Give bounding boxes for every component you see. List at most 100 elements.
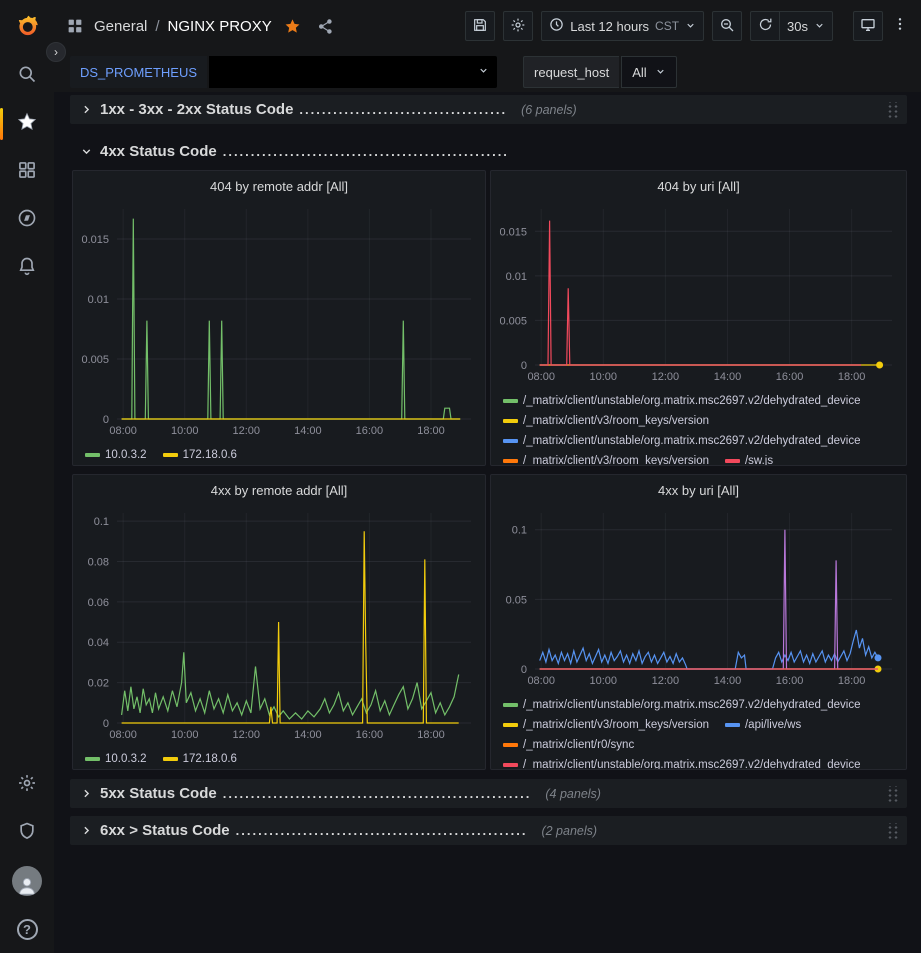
refresh-button[interactable]: [750, 11, 780, 41]
zoom-out-button[interactable]: [712, 11, 742, 41]
legend-series-marker: [725, 723, 740, 727]
sidebar-item-starred[interactable]: [0, 100, 54, 148]
panel-title[interactable]: 4xx by remote addr [All]: [73, 475, 485, 505]
legend-item[interactable]: /_matrix/client/r0/sync: [503, 736, 634, 754]
request-host-select[interactable]: All: [621, 56, 676, 88]
time-zone-label: CST: [655, 19, 679, 33]
svg-text:0.1: 0.1: [94, 516, 109, 528]
row-header-5xx[interactable]: 5xx Status Code ........................…: [70, 779, 907, 808]
sidebar-item-explore[interactable]: [0, 196, 54, 244]
legend-series-label: /_matrix/client/unstable/org.matrix.msc2…: [523, 435, 861, 447]
sidebar-item-search[interactable]: [0, 52, 54, 100]
panel-title[interactable]: 404 by uri [All]: [491, 171, 906, 201]
svg-text:0.04: 0.04: [88, 637, 109, 649]
legend-item[interactable]: /_matrix/client/unstable/org.matrix.msc2…: [503, 432, 861, 450]
row-drag-handle[interactable]: [886, 786, 899, 802]
legend-item[interactable]: /_matrix/client/v3/room_keys/version: [503, 716, 709, 734]
row-drag-handle[interactable]: [886, 823, 899, 839]
svg-text:18:00: 18:00: [417, 729, 445, 741]
legend-item[interactable]: 10.0.3.2: [85, 750, 147, 768]
legend-series-marker: [503, 419, 518, 423]
svg-text:0.015: 0.015: [81, 234, 109, 246]
legend-series-marker: [503, 459, 518, 463]
legend-item[interactable]: 172.18.0.6: [163, 750, 237, 768]
legend-item[interactable]: /api/live/ws: [725, 716, 801, 734]
row-drag-handle[interactable]: [886, 102, 899, 118]
legend-series-label: /_matrix/client/r0/sync: [523, 739, 634, 751]
legend-item[interactable]: /_matrix/client/v3/room_keys/version: [503, 412, 709, 430]
legend-item[interactable]: 172.18.0.6: [163, 446, 237, 464]
row-title-dots: ........................................…: [223, 786, 532, 801]
svg-text:10:00: 10:00: [171, 425, 199, 437]
legend-series-label: 172.18.0.6: [183, 753, 237, 765]
svg-text:08:00: 08:00: [527, 371, 555, 383]
sidebar-item-configuration[interactable]: [0, 761, 54, 809]
legend-item[interactable]: /_matrix/client/unstable/org.matrix.msc2…: [503, 696, 861, 714]
refresh-interval-picker[interactable]: 30s: [780, 11, 833, 41]
svg-text:18:00: 18:00: [838, 371, 866, 383]
row-header-1xx-3xx-2xx[interactable]: 1xx - 3xx - 2xx Status Code ............…: [70, 95, 907, 124]
time-series-chart[interactable]: 00.0050.010.01508:0010:0012:0014:0016:00…: [491, 201, 906, 390]
svg-text:0: 0: [103, 718, 109, 730]
time-range-picker[interactable]: Last 12 hours CST: [541, 11, 704, 41]
datasource-select[interactable]: [209, 56, 497, 88]
legend-series-marker: [503, 723, 518, 727]
favorite-star-icon[interactable]: [284, 18, 301, 35]
request-host-value: All: [632, 65, 646, 80]
time-range-label: Last 12 hours: [570, 19, 649, 34]
legend-series-label: 10.0.3.2: [105, 449, 147, 461]
svg-text:0.05: 0.05: [506, 594, 527, 606]
svg-text:0: 0: [521, 664, 527, 676]
sidebar-item-server-admin[interactable]: [0, 809, 54, 857]
more-options-button[interactable]: [891, 16, 909, 37]
svg-text:12:00: 12:00: [233, 425, 261, 437]
row-header-4xx[interactable]: 4xx Status Code ........................…: [70, 137, 907, 166]
legend-series-label: 172.18.0.6: [183, 449, 237, 461]
svg-text:0.01: 0.01: [88, 294, 109, 306]
legend-item[interactable]: /_matrix/client/unstable/org.matrix.msc2…: [503, 756, 861, 770]
svg-text:14:00: 14:00: [294, 729, 322, 741]
legend-series-label: /_matrix/client/unstable/org.matrix.msc2…: [523, 395, 861, 407]
sidebar-item-alerting[interactable]: [0, 244, 54, 292]
panel-title[interactable]: 4xx by uri [All]: [491, 475, 906, 505]
svg-text:12:00: 12:00: [652, 675, 680, 687]
sidebar-expand-button[interactable]: ›: [46, 42, 66, 62]
time-series-chart[interactable]: 00.020.040.060.080.108:0010:0012:0014:00…: [73, 505, 485, 748]
sidebar-item-help[interactable]: ?: [0, 905, 54, 953]
breadcrumb-section[interactable]: General: [94, 18, 147, 35]
row-title-dots: .....................................: [299, 102, 507, 117]
row-title: 1xx - 3xx - 2xx Status Code: [100, 101, 293, 118]
legend-item[interactable]: /_matrix/client/v3/room_keys/version: [503, 452, 709, 466]
svg-text:0: 0: [521, 360, 527, 372]
legend-series-label: /api/live/ws: [745, 719, 801, 731]
time-series-chart[interactable]: 00.050.108:0010:0012:0014:0016:0018:00: [491, 505, 906, 694]
chevron-down-icon: [655, 65, 666, 80]
panel-legend: 10.0.3.2 172.18.0.6: [73, 444, 485, 466]
tv-mode-button[interactable]: [853, 11, 883, 41]
sidebar-item-profile[interactable]: [0, 857, 54, 905]
time-series-chart[interactable]: 00.0050.010.01508:0010:0012:0014:0016:00…: [73, 201, 485, 444]
row-title-dots: ........................................…: [223, 144, 509, 159]
datasource-variable-label: DS_PROMETHEUS: [70, 56, 207, 88]
refresh-group: 30s: [750, 11, 833, 41]
sidebar-item-dashboards[interactable]: [0, 148, 54, 196]
panel-title[interactable]: 404 by remote addr [All]: [73, 171, 485, 201]
grafana-logo[interactable]: [0, 0, 54, 52]
legend-item[interactable]: 10.0.3.2: [85, 446, 147, 464]
legend-series-marker: [163, 453, 178, 457]
legend-series-label: /sw.js: [745, 455, 773, 466]
legend-series-label: 10.0.3.2: [105, 753, 147, 765]
legend-item[interactable]: /sw.js: [725, 452, 773, 466]
dashboard-settings-button[interactable]: [503, 11, 533, 41]
legend-series-marker: [503, 703, 518, 707]
panel-legend: /_matrix/client/unstable/org.matrix.msc2…: [491, 694, 906, 770]
svg-text:10:00: 10:00: [590, 371, 618, 383]
row-header-6xx[interactable]: 6xx > Status Code ......................…: [70, 816, 907, 845]
apps-grid-icon[interactable]: [66, 17, 84, 35]
legend-item[interactable]: /_matrix/client/unstable/org.matrix.msc2…: [503, 392, 861, 410]
legend-series-marker: [163, 757, 178, 761]
chevron-right-icon: [78, 824, 94, 837]
save-dashboard-button[interactable]: [465, 11, 495, 41]
share-icon[interactable]: [317, 18, 334, 35]
panel-legend: 10.0.3.2 172.18.0.6: [73, 748, 485, 770]
